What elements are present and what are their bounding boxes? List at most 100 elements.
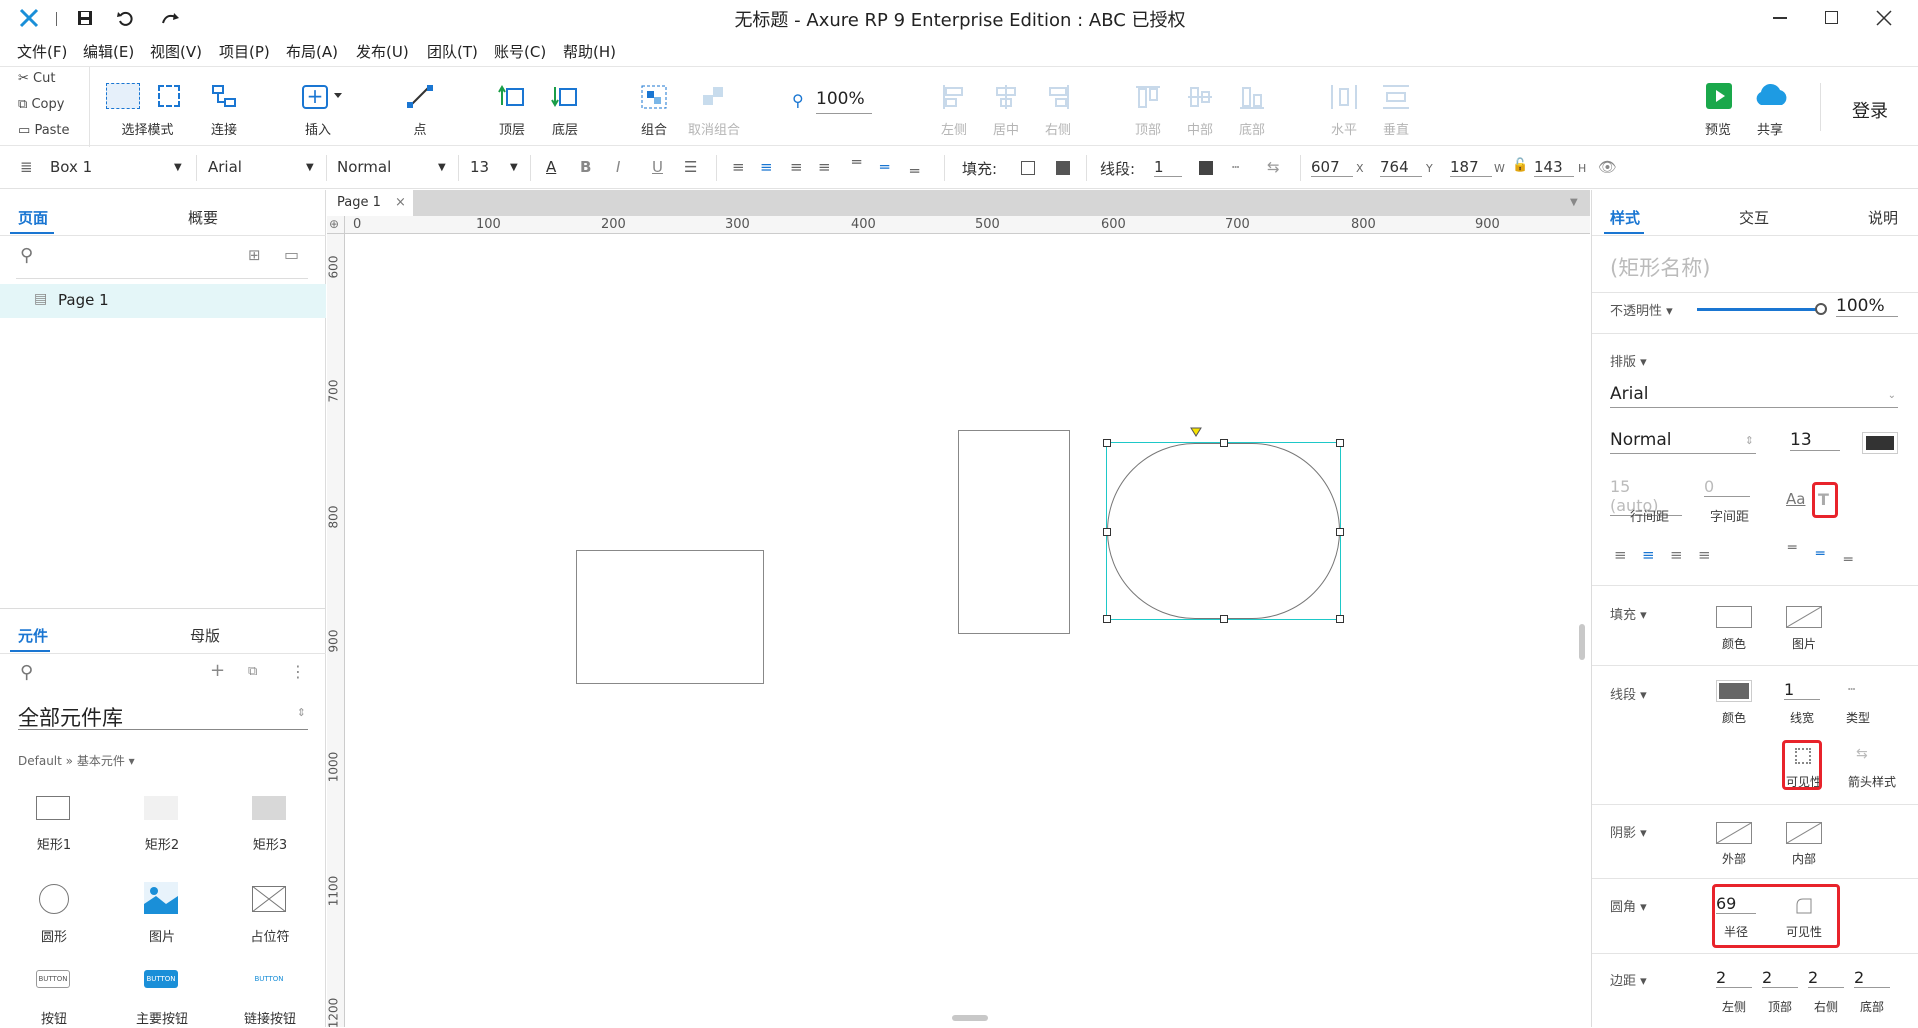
- font-weight-select[interactable]: Normal ⇕: [1610, 430, 1756, 454]
- bullet-list-icon[interactable]: ☰: [684, 158, 697, 176]
- padding-bottom-input[interactable]: 2: [1854, 968, 1890, 988]
- menu-edit[interactable]: 编辑(E): [83, 41, 134, 62]
- menu-file[interactable]: 文件(F): [17, 41, 67, 62]
- tab-notes[interactable]: 说明: [1868, 207, 1898, 228]
- point-button[interactable]: 点: [400, 67, 440, 147]
- opacity-slider[interactable]: [1697, 308, 1821, 311]
- search-icon[interactable]: ⚲: [20, 245, 33, 266]
- text-shadow-button[interactable]: Aa: [1786, 490, 1805, 508]
- widget-rect3[interactable]: 矩形3: [236, 788, 304, 858]
- fill-color-swatch[interactable]: [1021, 161, 1035, 175]
- stroke-pattern-icon[interactable]: ┅: [1232, 160, 1239, 174]
- add-page-icon[interactable]: ⊞: [248, 246, 261, 264]
- width-input[interactable]: 187: [1450, 158, 1492, 177]
- stroke-pattern-icon[interactable]: ┅: [1848, 682, 1855, 696]
- char-spacing-input[interactable]: 0: [1704, 477, 1750, 497]
- typography-label[interactable]: 排版 ▾: [1610, 351, 1647, 370]
- stroke-width-input[interactable]: 1: [1154, 158, 1182, 177]
- preview-button[interactable]: 预览: [1698, 67, 1738, 147]
- search-icon[interactable]: ⚲: [20, 662, 33, 683]
- corner-radius-label[interactable]: 圆角 ▾: [1610, 896, 1647, 915]
- corner-radius-handle-icon[interactable]: [1190, 427, 1202, 437]
- text-align-center-icon[interactable]: ≡: [1642, 546, 1655, 564]
- height-input[interactable]: 143: [1534, 158, 1574, 177]
- arrow-style-icon[interactable]: ⇆: [1856, 746, 1868, 762]
- menu-arrange[interactable]: 布局(A): [286, 41, 338, 62]
- select-mode-button[interactable]: 选择模式: [100, 67, 195, 147]
- valign-bottom-icon[interactable]: ═: [910, 162, 919, 180]
- shadow-label[interactable]: 阴影 ▾: [1610, 822, 1647, 841]
- fill-shadow-swatch[interactable]: [1056, 161, 1070, 175]
- send-to-back-button[interactable]: 底层: [545, 67, 585, 147]
- tab-outline[interactable]: 概要: [188, 207, 218, 228]
- vertical-scrollbar[interactable]: [1579, 624, 1585, 660]
- widget-primary-button[interactable]: BUTTON 主要按钮: [128, 970, 196, 1027]
- close-tab-icon[interactable]: ×: [395, 195, 406, 210]
- align-right-button[interactable]: 右侧: [1038, 67, 1078, 147]
- resize-handle[interactable]: [1220, 439, 1228, 447]
- widget-circle[interactable]: 圆形: [20, 880, 88, 950]
- horizontal-scrollbar[interactable]: [952, 1015, 988, 1021]
- stroke-label[interactable]: 线段 ▾: [1610, 684, 1647, 703]
- font-color-swatch[interactable]: [1862, 432, 1898, 454]
- align-center-button[interactable]: 居中: [986, 67, 1026, 147]
- font-size-input[interactable]: 13: [1790, 430, 1840, 451]
- more-options-icon[interactable]: ⋮: [290, 662, 306, 681]
- opacity-input[interactable]: 100%: [1836, 296, 1898, 317]
- copy-button[interactable]: ⧉ Copy: [18, 97, 64, 112]
- shape-name-input[interactable]: (矩形名称): [1610, 252, 1710, 282]
- padding-top-input[interactable]: 2: [1762, 968, 1798, 988]
- tab-masters[interactable]: 母版: [190, 625, 220, 646]
- font-size-dropdown[interactable]: 13: [470, 158, 489, 176]
- stroke-color-swatch[interactable]: [1199, 161, 1213, 175]
- library-copy-icon[interactable]: ⧉: [248, 664, 257, 679]
- selected-rounded-rectangle[interactable]: [1103, 427, 1344, 623]
- group-button[interactable]: 组合: [634, 67, 674, 147]
- menu-team[interactable]: 团队(T): [427, 41, 478, 62]
- widget-button[interactable]: BUTTON 按钮: [20, 970, 88, 1027]
- menu-project[interactable]: 项目(P): [219, 41, 270, 62]
- underline-icon[interactable]: U: [652, 158, 663, 176]
- font-family-dropdown[interactable]: Arial: [208, 158, 242, 176]
- fill-image-button[interactable]: [1786, 606, 1822, 628]
- valign-middle-icon[interactable]: ═: [1816, 546, 1824, 562]
- tab-menu-chevron-icon[interactable]: ▼: [1570, 197, 1578, 208]
- menu-view[interactable]: 视图(V): [150, 41, 202, 62]
- resize-handle[interactable]: [1103, 528, 1111, 536]
- opacity-label[interactable]: 不透明性 ▾: [1610, 300, 1673, 319]
- fill-label[interactable]: 填充 ▾: [1610, 604, 1647, 623]
- widget-link-button[interactable]: BUTTON 链接按钮: [236, 970, 304, 1027]
- connect-button[interactable]: 连接: [200, 67, 248, 147]
- lock-icon[interactable]: 🔓: [1512, 158, 1528, 173]
- share-button[interactable]: 共享: [1750, 67, 1790, 147]
- font-weight-dropdown[interactable]: Normal: [337, 158, 391, 176]
- resize-handle[interactable]: [1103, 439, 1111, 447]
- page-list-item[interactable]: ▤ Page 1: [0, 284, 326, 318]
- text-align-left-icon[interactable]: ≡: [732, 158, 745, 176]
- x-input[interactable]: 607: [1311, 158, 1353, 177]
- bold-icon[interactable]: B: [580, 158, 591, 176]
- bring-to-front-button[interactable]: 顶层: [492, 67, 532, 147]
- text-align-right-icon[interactable]: ≡: [790, 158, 803, 176]
- resize-handle[interactable]: [1336, 439, 1344, 447]
- tab-widgets[interactable]: 元件: [18, 625, 48, 646]
- login-button[interactable]: 登录: [1852, 97, 1888, 123]
- opacity-slider-thumb[interactable]: [1815, 303, 1827, 315]
- zoom-control[interactable]: ⚲ 100%: [792, 89, 882, 115]
- fill-color-button[interactable]: [1716, 606, 1752, 628]
- inner-shadow-button[interactable]: [1786, 822, 1822, 844]
- widget-image[interactable]: 图片: [128, 880, 196, 950]
- undo-icon[interactable]: [116, 9, 134, 27]
- add-folder-icon[interactable]: ▭: [284, 245, 299, 264]
- align-middle-button[interactable]: 中部: [1180, 67, 1220, 147]
- text-justify-icon[interactable]: ≡: [818, 158, 831, 176]
- align-left-button[interactable]: 左侧: [934, 67, 974, 147]
- padding-right-input[interactable]: 2: [1808, 968, 1844, 988]
- menu-account[interactable]: 账号(C): [494, 41, 546, 62]
- arrow-style-icon[interactable]: ⇆: [1267, 158, 1280, 176]
- text-justify-icon[interactable]: ≡: [1698, 546, 1711, 564]
- widget-placeholder[interactable]: 占位符: [236, 880, 304, 950]
- padding-label[interactable]: 边距 ▾: [1610, 970, 1647, 989]
- stroke-color-button[interactable]: [1716, 680, 1752, 702]
- text-align-center-icon[interactable]: ≡: [760, 158, 773, 176]
